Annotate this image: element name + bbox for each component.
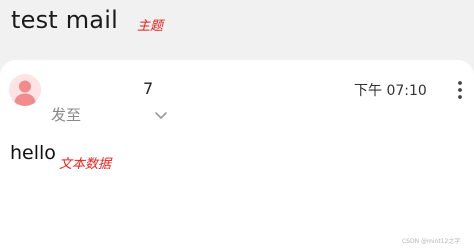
subject-annotation: 主题 bbox=[137, 19, 164, 34]
body-annotation: 文本数据 bbox=[59, 157, 112, 172]
mail-detail-page: test mail 主题 7 发至 下午 07:10 hello 文本数据 CS… bbox=[0, 0, 474, 248]
send-to-label: 发至 bbox=[51, 106, 82, 124]
person-icon bbox=[14, 80, 36, 106]
sender-name[interactable]: 7 bbox=[143, 79, 153, 98]
avatar[interactable] bbox=[9, 74, 41, 106]
more-vertical-icon[interactable] bbox=[453, 78, 467, 102]
mail-time: 下午 07:10 bbox=[354, 83, 427, 99]
mail-body: hello bbox=[10, 142, 56, 164]
mail-subject: test mail bbox=[11, 6, 118, 34]
watermark: CSDN @mint12之字 bbox=[402, 238, 461, 245]
chevron-down-icon[interactable] bbox=[154, 107, 168, 119]
